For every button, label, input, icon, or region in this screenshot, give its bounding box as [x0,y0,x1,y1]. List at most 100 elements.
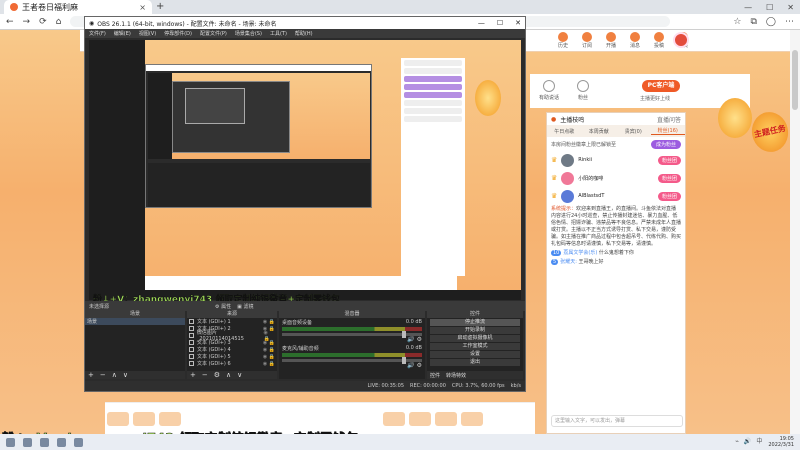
scrollbar-thumb[interactable] [792,50,798,110]
obs-preview[interactable]: 粉↓+V：zhangwenyi743 领取定制纯银徽章+定制零钱包 [89,40,521,305]
start-recording-button[interactable]: 开始录制 [430,327,520,334]
user-avatar[interactable] [673,32,689,48]
source-settings-button[interactable]: ⚙ [214,371,220,379]
gift-icon[interactable] [435,411,457,426]
stop-streaming-button[interactable]: 停止推流 [430,319,520,326]
visibility-eye-icon[interactable]: ◉ 🔒 [263,340,275,346]
add-scene-button[interactable]: + [88,371,94,379]
add-source-button[interactable]: + [190,371,196,379]
rank-item[interactable]: ♛ Rinkii 粉丝团 [547,151,685,169]
menu-tools[interactable]: 工具(T) [270,30,287,37]
pc-client-button[interactable]: PC客户端 [642,80,680,92]
preview-nested-obs [145,64,372,208]
obs-app-icon[interactable] [74,437,83,447]
obs-minimize-button[interactable]: — [478,19,485,27]
volume-slider[interactable] [282,357,422,364]
header-icon-follow[interactable]: 订阅 [578,32,596,49]
header-icon-upload[interactable]: 投稿 [650,32,668,49]
new-tab-button[interactable]: + [156,1,164,12]
obs-close-button[interactable]: ✕ [515,19,521,27]
exit-button[interactable]: 退出 [430,359,520,366]
header-icon-live[interactable]: 开播 [602,32,620,49]
obs-maximize-button[interactable]: ☐ [497,19,503,27]
gift-icon[interactable] [409,411,431,426]
anchor-stat-2[interactable]: 粉丝 [572,80,594,101]
menu-scene-collection[interactable]: 场景集合(S) [235,30,262,37]
reload-button[interactable]: ⟳ [39,17,47,27]
home-button[interactable]: ⌂ [56,17,62,27]
minimize-button[interactable]: — [744,3,752,12]
source-item[interactable]: 文本 (GDI+) 4 ◉ 🔒 [187,346,277,353]
back-button[interactable]: ← [6,17,14,27]
chat-title-right[interactable]: 直播问答 [657,115,681,124]
favorites-icon[interactable]: ☆ [733,17,741,27]
volume-slider[interactable] [282,331,422,338]
header-icon-history[interactable]: 历史 [554,32,572,49]
browser-app-icon[interactable] [57,437,66,447]
forward-button[interactable]: → [23,17,31,27]
ime-indicator[interactable]: 中 [756,439,762,445]
source-down-button[interactable]: ∨ [237,371,242,379]
chat-tab-week[interactable]: 本周贡献 [582,128,617,135]
gift-icon[interactable] [461,411,483,426]
search-icon[interactable] [23,437,32,447]
become-fan-button[interactable]: 成为粉丝 [650,139,681,149]
gift-icon[interactable] [159,411,181,426]
filters-button[interactable]: ▣ 滤镜 [237,303,253,310]
chat-input[interactable]: 这里输入文字，可以发出，弹幕 [551,415,683,427]
close-window-button[interactable]: ✕ [787,3,794,12]
rank-item[interactable]: ♛ 小阳的咖啡 粉丝团 [547,169,685,187]
visibility-eye-icon[interactable]: ◉ 🔒 [263,354,275,360]
collections-icon[interactable]: ⧉ [750,17,756,27]
source-item[interactable]: 文本 (GDI+) 6 ◉ 🔒 [187,360,277,367]
visibility-eye-icon[interactable]: ◉ 🔒 [263,347,275,353]
remove-source-button[interactable]: − [202,371,208,379]
rank-item[interactable]: ♛ AlBlastsdT 粉丝团 [547,187,685,205]
gift-icon[interactable] [133,411,155,426]
tab-transitions[interactable]: 转场特效 [446,372,466,379]
source-item[interactable]: 微信图片_20210114014515 ◉ 🔒 [187,330,277,342]
menu-view[interactable]: 视图(V) [139,30,156,37]
speaker-icon[interactable]: 🔊 ⚙ [282,336,422,343]
source-item[interactable]: 文本 (GDI+) 5 ◉ 🔒 [187,353,277,360]
taskview-icon[interactable] [40,437,49,447]
chat-tab-song[interactable]: 午日点歌 [547,128,582,135]
menu-help[interactable]: 帮助(H) [295,30,313,37]
chat-tab-fans[interactable]: 粉丝(16) [650,127,685,135]
virtual-camera-button[interactable]: 启动虚拟摄像机 [430,335,520,342]
menu-docks[interactable]: 停靠部件(D) [164,30,192,37]
scene-down-button[interactable]: ∨ [123,371,128,379]
scene-item[interactable]: 场景 [85,318,185,325]
anchor-stat-1[interactable]: 有助说话 [538,80,560,101]
source-item[interactable]: 文本 (GDI+) 1 ◉ 🔒 [187,318,277,325]
chat-tab-vip[interactable]: 贵宾(0) [616,128,651,135]
settings-button[interactable]: 设置 [430,351,520,358]
page-scrollbar[interactable] [790,30,800,434]
browser-tab[interactable]: 王者卷日福利麻 × [4,0,152,14]
visibility-eye-icon[interactable]: ◉ 🔒 [263,361,275,367]
tab-close-icon[interactable]: × [139,3,146,12]
visibility-eye-icon[interactable]: ◉ 🔒 [263,319,275,325]
maximize-button[interactable]: ☐ [766,3,773,12]
menu-file[interactable]: 文件(F) [89,30,106,37]
menu-icon[interactable]: ⋯ [785,17,794,27]
volume-icon[interactable]: 🔊 [744,439,751,445]
speaker-icon[interactable]: 🔊 ⚙ [282,362,422,369]
header-icon-message[interactable]: 消息 [626,32,644,49]
preview-gift-bar [145,276,457,290]
network-icon[interactable]: ⌁ [735,439,739,445]
source-up-button[interactable]: ∧ [226,371,231,379]
clock[interactable]: 19:05 2022/3/31 [768,436,794,448]
studio-mode-button[interactable]: 工作室模式 [430,343,520,350]
profile-icon[interactable]: ◯ [766,17,776,27]
gift-icon[interactable] [107,411,129,426]
fans-icon [577,80,589,92]
menu-edit[interactable]: 编辑(E) [114,30,131,37]
start-icon[interactable] [6,437,15,447]
tab-controls[interactable]: 控件 [430,372,440,379]
scene-up-button[interactable]: ∧ [112,371,117,379]
remove-scene-button[interactable]: − [100,371,106,379]
properties-button[interactable]: ⚙ 属性 [215,303,231,310]
menu-profile[interactable]: 配置文件(P) [200,30,227,37]
gift-icon[interactable] [383,411,405,426]
